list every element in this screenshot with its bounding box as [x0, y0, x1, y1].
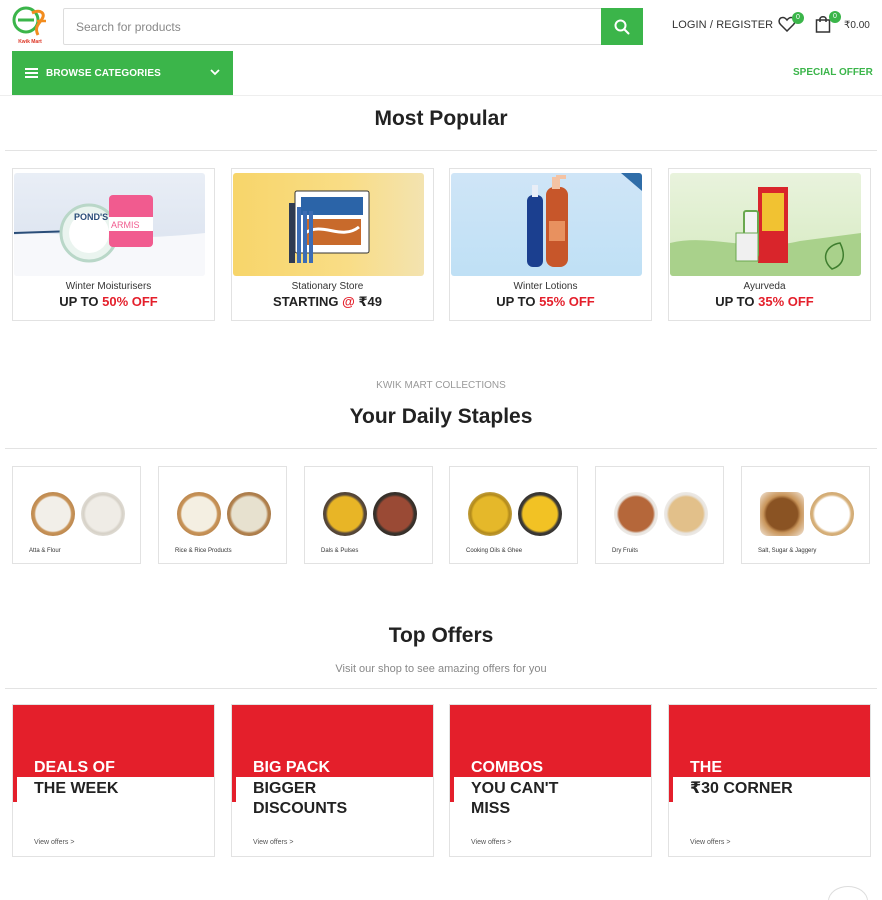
winter-moisturisers-image: POND'S ARMIS — [14, 173, 205, 276]
search-button[interactable] — [601, 8, 643, 45]
offer-line-1: COMBOS — [471, 759, 543, 776]
chevron-down-icon — [210, 69, 220, 76]
view-offers-link[interactable]: View offers > — [34, 839, 74, 846]
menu-icon — [25, 68, 38, 78]
staple-label: Dals & Pulses — [321, 548, 359, 554]
offer-card-combos[interactable]: COMBOS YOU CAN'T MISS View offers > — [449, 704, 652, 857]
browse-categories-button[interactable]: BROWSE CATEGORIES — [12, 51, 233, 95]
staple-dals-pulses[interactable]: Dals & Pulses — [304, 466, 433, 564]
login-register-link[interactable]: LOGIN / REGISTER — [672, 19, 773, 31]
oil-bowl-image — [468, 492, 512, 536]
site-header: Kwik Mart LOGIN / REGISTER 0 0 ₹0.00 — [0, 0, 882, 52]
wishlist-button[interactable]: 0 — [778, 12, 804, 36]
scroll-to-top-button[interactable] — [828, 886, 868, 900]
offer-line-2: YOU CAN'T MISS — [471, 780, 559, 817]
kwik-mart-logo[interactable]: Kwik Mart — [10, 5, 50, 47]
offer-line-1: BIG PACK — [253, 759, 331, 776]
ponds-brand-text: POND'S — [74, 212, 108, 222]
staple-label: Atta & Flour — [29, 548, 61, 554]
top-offers-title: Top Offers — [388, 624, 494, 647]
search-icon — [614, 19, 630, 34]
popular-card-name: Winter Lotions — [513, 281, 578, 292]
cart-count-badge: 0 — [829, 11, 841, 23]
search-input[interactable] — [64, 9, 602, 44]
nav-divider — [0, 95, 882, 96]
wishlist-count-badge: 0 — [792, 12, 804, 24]
popular-card-offer: UP TO 50% OFF — [59, 294, 158, 309]
staple-label: Salt, Sugar & Jaggery — [758, 548, 817, 554]
view-offers-link[interactable]: View offers > — [690, 839, 730, 846]
section-divider — [5, 688, 877, 689]
almonds-bowl-image — [614, 492, 658, 536]
rice-bowl-image — [177, 492, 221, 536]
view-offers-link[interactable]: View offers > — [253, 839, 293, 846]
jaggery-image — [760, 492, 804, 536]
logo-mark — [12, 6, 46, 36]
search-bar — [63, 8, 643, 45]
most-popular-title: Most Popular — [374, 107, 508, 130]
collections-eyebrow: KWIK MART COLLECTIONS — [376, 380, 506, 391]
offer-line-2: BIGGER DISCOUNTS — [253, 780, 348, 817]
ghee-bowl-image — [518, 492, 562, 536]
cart-total: ₹0.00 — [844, 20, 870, 31]
stationary-store-image — [233, 173, 424, 276]
rice-bowl-image — [227, 492, 271, 536]
popular-card-offer: UP TO 55% OFF — [496, 294, 595, 309]
dal-bowl-image — [323, 492, 367, 536]
offer-accent-bar — [232, 777, 236, 802]
section-divider — [5, 448, 877, 449]
cart-button[interactable]: 0 — [815, 11, 841, 37]
popular-card-name: Winter Moisturisers — [65, 281, 152, 292]
staple-salt-sugar-jaggery[interactable]: Salt, Sugar & Jaggery — [741, 466, 870, 564]
section-divider — [5, 150, 877, 151]
offer-card-big-pack[interactable]: BIG PACK BIGGER DISCOUNTS View offers > — [231, 704, 434, 857]
special-offer-link[interactable]: SPECIAL OFFER — [793, 67, 873, 78]
armis-brand-text: ARMIS — [111, 220, 140, 230]
offer-card-deals-of-the-week[interactable]: DEALS OF THE WEEK View offers > — [12, 704, 215, 857]
offer-line-2: THE WEEK — [34, 780, 119, 797]
offer-accent-bar — [669, 777, 673, 802]
offer-line-1: THE — [690, 759, 722, 776]
popular-card-offer: STARTING @ ₹49 — [273, 294, 382, 309]
browse-categories-label: BROWSE CATEGORIES — [46, 67, 161, 79]
popular-card-name: Stationary Store — [291, 281, 364, 292]
offer-line-1: DEALS OF — [34, 759, 115, 776]
popular-card-ayurveda[interactable]: Ayurveda UP TO 35% OFF — [668, 168, 871, 321]
staple-label: Dry Fruits — [612, 548, 638, 554]
pulses-bowl-image — [373, 492, 417, 536]
popular-card-offer: UP TO 35% OFF — [715, 294, 814, 309]
view-offers-link[interactable]: View offers > — [471, 839, 511, 846]
offer-accent-bar — [13, 777, 17, 802]
staple-label: Cooking Oils & Ghee — [466, 548, 523, 554]
staple-dry-fruits[interactable]: Dry Fruits — [595, 466, 724, 564]
offer-accent-bar — [450, 777, 454, 802]
popular-card-winter-lotions[interactable]: Winter Lotions UP TO 55% OFF — [449, 168, 652, 321]
flour-bowl-image — [81, 492, 125, 536]
logo-text: Kwik Mart — [18, 39, 42, 45]
popular-card-name: Ayurveda — [743, 281, 786, 292]
staple-atta-flour[interactable]: Atta & Flour — [12, 466, 141, 564]
top-offers-subtitle: Visit our shop to see amazing offers for… — [335, 663, 547, 675]
cashews-bowl-image — [664, 492, 708, 536]
staple-label: Rice & Rice Products — [175, 548, 232, 554]
popular-card-winter-moisturisers[interactable]: POND'S ARMIS Winter Moisturisers UP TO 5… — [12, 168, 215, 321]
sugar-bowl-image — [810, 492, 854, 536]
winter-lotions-image — [451, 173, 642, 276]
staple-rice[interactable]: Rice & Rice Products — [158, 466, 287, 564]
staple-cooking-oils-ghee[interactable]: Cooking Oils & Ghee — [449, 466, 578, 564]
daily-staples-title: Your Daily Staples — [349, 405, 533, 428]
popular-card-stationary-store[interactable]: Stationary Store STARTING @ ₹49 — [231, 168, 434, 321]
offer-line-2: ₹30 CORNER — [690, 780, 793, 797]
ayurveda-image — [670, 173, 861, 276]
flour-bowl-image — [31, 492, 75, 536]
offer-card-30-corner[interactable]: THE ₹30 CORNER View offers > — [668, 704, 871, 857]
